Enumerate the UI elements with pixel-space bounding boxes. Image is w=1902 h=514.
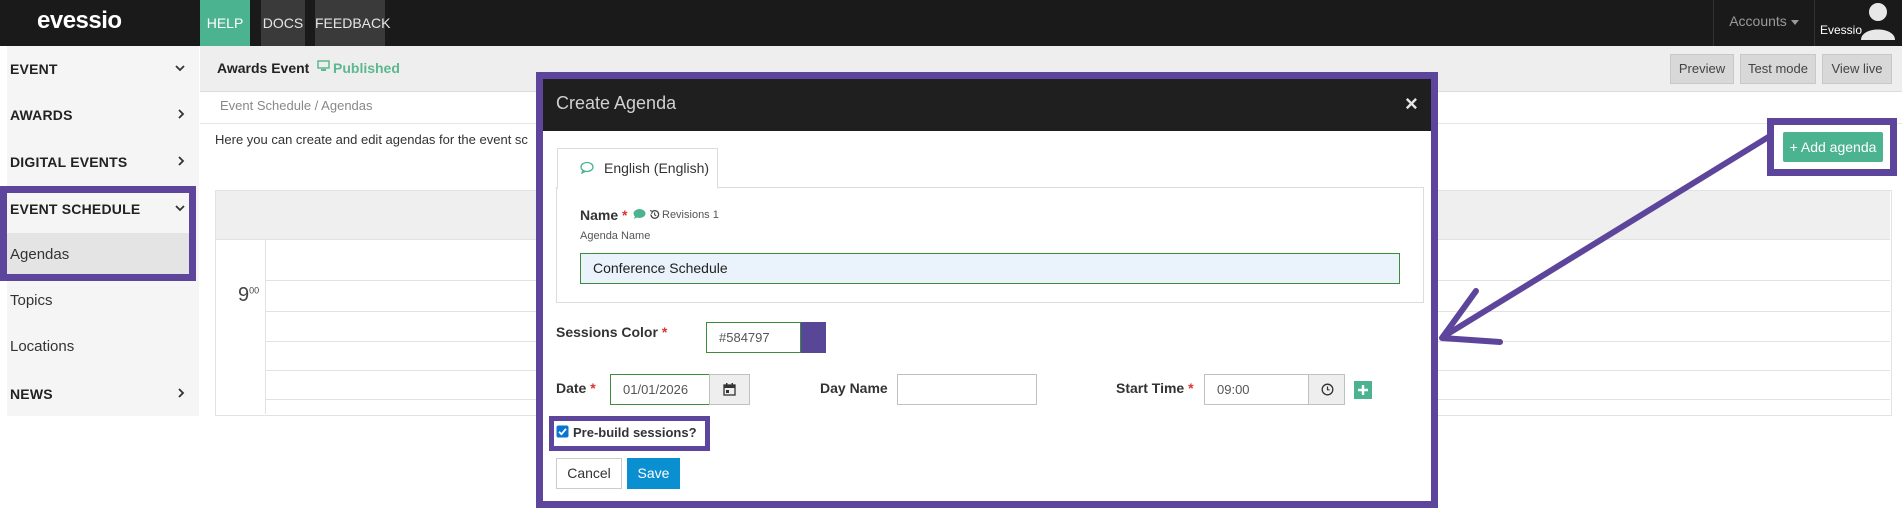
sidebar-item-topics[interactable]: Topics [10, 292, 53, 309]
sidebar-item-label: EVENT [10, 61, 58, 77]
accounts-dropdown[interactable]: Accounts [1713, 0, 1814, 46]
arrow-annotation [1430, 130, 1775, 350]
chevron-down-icon [175, 64, 185, 72]
preview-button[interactable]: Preview [1670, 54, 1734, 84]
view-live-button[interactable]: View live [1822, 54, 1892, 84]
calendar-time-column-divider [265, 239, 266, 414]
sidebar-item-digital-events[interactable]: DIGITAL EVENTS [10, 139, 195, 185]
chevron-right-icon [177, 156, 185, 166]
nav-help[interactable]: HELP [200, 0, 250, 46]
brand-logo[interactable]: evessio [37, 7, 122, 35]
user-icon[interactable] [1858, 0, 1898, 40]
annotation-highlight-sidebar [0, 186, 196, 281]
calendar-hour-label: 900 [238, 284, 260, 306]
accounts-label: Accounts [1729, 13, 1787, 29]
sidebar-item-news[interactable]: NEWS [10, 371, 195, 417]
sidebar-item-awards[interactable]: AWARDS [10, 92, 195, 138]
caret-down-icon [1790, 19, 1799, 25]
status-badge: Published [333, 60, 400, 76]
nav-feedback[interactable]: FEEDBACK [315, 0, 390, 46]
annotation-highlight-add-agenda [1767, 118, 1897, 176]
monitor-icon [317, 60, 330, 72]
sidebar-item-label: NEWS [10, 386, 53, 402]
user-name: Evessio [1820, 23, 1863, 37]
chevron-right-icon [177, 388, 185, 398]
sidebar-item-label: DIGITAL EVENTS [10, 154, 128, 170]
breadcrumb: Event Schedule / Agendas [220, 98, 373, 113]
chevron-right-icon [177, 109, 185, 119]
sidebar-item-event[interactable]: EVENT [10, 46, 195, 92]
test-mode-button[interactable]: Test mode [1740, 54, 1816, 84]
nav-docs[interactable]: DOCS [261, 0, 305, 46]
intro-text: Here you can create and edit agendas for… [215, 132, 528, 147]
sidebar-item-locations[interactable]: Locations [10, 338, 74, 355]
annotation-highlight-modal [536, 72, 1438, 508]
event-title: Awards Event [217, 60, 310, 76]
sidebar-item-label: AWARDS [10, 107, 73, 123]
